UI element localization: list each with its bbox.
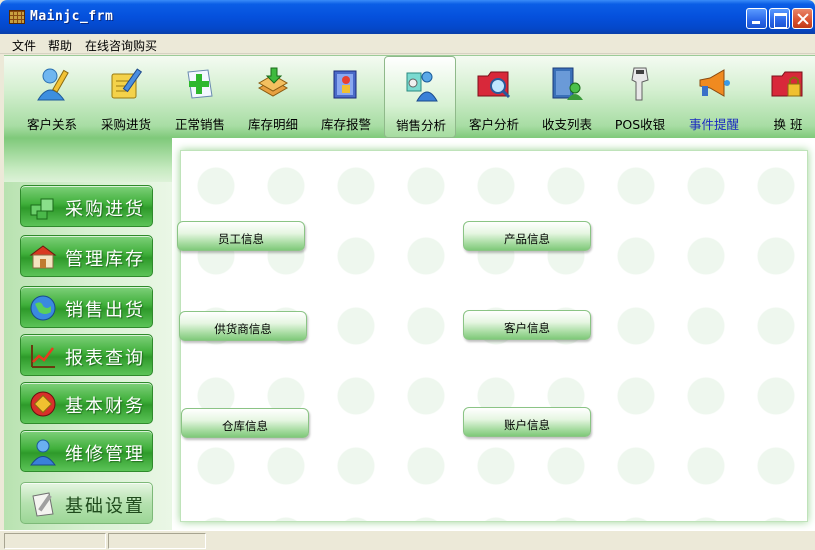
sidebar-item-manage-inventory[interactable]: 管理库存 [20, 235, 153, 277]
stack-arrow-icon [257, 67, 289, 97]
minimize-button[interactable] [746, 8, 767, 29]
book-person-icon [552, 67, 583, 100]
toolbar-inventory-detail[interactable]: 库存明细 [237, 56, 309, 138]
toolbar-income-expense-list[interactable]: 收支列表 [531, 56, 603, 138]
sidebar: 采购进货 管理库存 销售出货 报表查询 基本财务 维修管理 基础设置 [4, 138, 172, 530]
finance-icon [30, 391, 56, 417]
boxes-icon [30, 198, 54, 220]
sidebar-item-repair-management[interactable]: 维修管理 [20, 430, 153, 472]
toolbar-purchase[interactable]: 采购进货 [90, 56, 162, 138]
sidebar-item-purchase[interactable]: 采购进货 [20, 185, 153, 227]
folder-lock-icon [771, 71, 803, 97]
pen-person-icon [37, 68, 69, 101]
alarm-book-icon [333, 70, 357, 99]
close-button[interactable] [792, 8, 813, 29]
user-icon [30, 439, 56, 466]
line-chart-icon [31, 345, 55, 368]
window-title: Mainjc_frm [30, 9, 114, 24]
store-icon [29, 245, 57, 269]
sidebar-item-report-query[interactable]: 报表查询 [20, 334, 153, 376]
toolbar-customer-analysis[interactable]: 客户分析 [458, 56, 530, 138]
main-body: 采购进货 管理库存 销售出货 报表查询 基本财务 维修管理 基础设置 员工信息 … [4, 138, 815, 530]
toolbar-event-reminder[interactable]: 事件提醒 [678, 56, 750, 138]
warehouse-info-button[interactable]: 仓库信息 [181, 408, 309, 438]
menu-bar: 文件 帮助 在线咨询购买 [0, 34, 815, 54]
account-info-button[interactable]: 账户信息 [463, 407, 591, 437]
toolbar-inventory-alarm[interactable]: 库存报警 [310, 56, 382, 138]
main-window: Mainjc_frm 文件 帮助 在线咨询购买 客户关系 采购进货 正常销售 库… [0, 0, 815, 550]
sidebar-item-sales-out[interactable]: 销售出货 [20, 286, 153, 328]
content-panel: 员工信息 产品信息 供货商信息 客户信息 仓库信息 账户信息 [177, 150, 808, 522]
notepad-pencil-icon [111, 68, 143, 99]
status-panel-2 [108, 533, 206, 549]
customer-info-button[interactable]: 客户信息 [463, 310, 591, 340]
sidebar-item-basic-finance[interactable]: 基本财务 [20, 382, 153, 424]
barcode-scanner-icon [631, 67, 649, 101]
toolbar-sales-analysis[interactable]: 销售分析 [384, 56, 456, 138]
globe-icon [30, 295, 56, 321]
megaphone-icon [699, 69, 730, 97]
app-grid-icon [9, 10, 25, 24]
title-bar[interactable]: Mainjc_frm [0, 0, 815, 34]
menu-file[interactable]: 文件 [12, 37, 36, 54]
status-panel-1 [4, 533, 106, 549]
toolbar-pos-cashier[interactable]: POS收银 [604, 56, 676, 138]
add-document-icon [187, 69, 213, 99]
menu-help[interactable]: 帮助 [48, 37, 72, 54]
sidebar-header [4, 138, 172, 182]
settings-doc-icon [32, 492, 54, 517]
main-toolbar: 客户关系 采购进货 正常销售 库存明细 库存报警 销售分析 客户分析 收支列表 … [4, 55, 815, 138]
people-chart-icon [406, 71, 438, 102]
toolbar-shift-change[interactable]: 换 班 [752, 56, 815, 138]
menu-online-purchase[interactable]: 在线咨询购买 [85, 37, 157, 54]
toolbar-customer-relations[interactable]: 客户关系 [16, 56, 88, 138]
folder-magnifier-icon [477, 71, 511, 99]
maximize-button[interactable] [769, 8, 790, 29]
sidebar-item-basic-settings[interactable]: 基础设置 [20, 482, 153, 524]
product-info-button[interactable]: 产品信息 [463, 221, 591, 251]
toolbar-normal-sales[interactable]: 正常销售 [164, 56, 236, 138]
employee-info-button[interactable]: 员工信息 [177, 221, 305, 251]
supplier-info-button[interactable]: 供货商信息 [179, 311, 307, 341]
status-bar [0, 530, 815, 550]
